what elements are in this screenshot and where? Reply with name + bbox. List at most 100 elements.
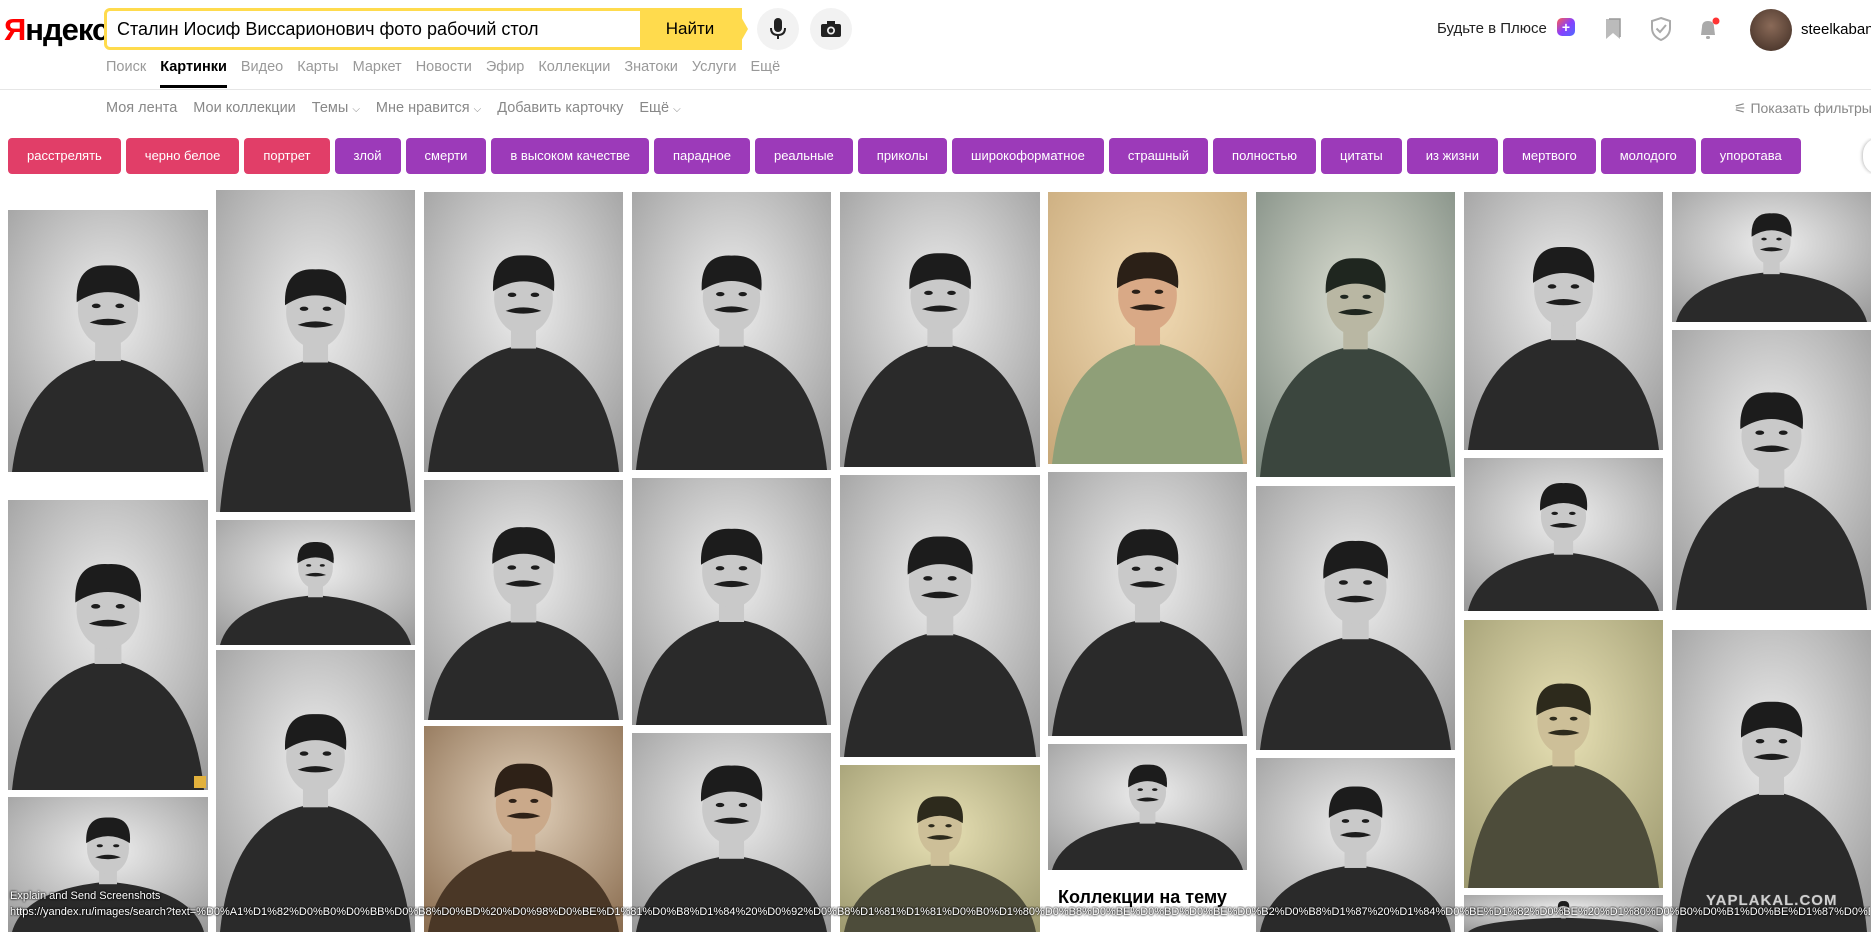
likes-dropdown[interactable]: Мне нравится ⌵: [376, 100, 481, 116]
chip[interactable]: реальные: [754, 138, 853, 174]
shield-icon[interactable]: [1648, 16, 1674, 42]
chip[interactable]: широкоформатное: [952, 138, 1104, 174]
image-thumbnail[interactable]: [424, 192, 623, 472]
logo-rest: ндекс: [25, 12, 109, 47]
show-filters-button[interactable]: ⚟ Показать фильтры: [1734, 100, 1871, 117]
username[interactable]: steelkaban: [1801, 21, 1871, 38]
image-thumbnail[interactable]: [1048, 472, 1247, 736]
chip[interactable]: черно белое: [125, 138, 240, 174]
portrait-photo: [8, 500, 208, 790]
portrait-photo: [216, 520, 415, 645]
image-thumbnail[interactable]: [424, 480, 623, 720]
tab-video[interactable]: Видео: [241, 59, 283, 88]
topics-dropdown[interactable]: Темы ⌵: [312, 100, 360, 116]
plus-promo[interactable]: Будьте в Плюсе: [1437, 20, 1547, 37]
tab-maps[interactable]: Карты: [297, 59, 338, 88]
tab-efir[interactable]: Эфир: [486, 59, 525, 88]
portrait-photo: [840, 475, 1040, 757]
image-thumbnail[interactable]: [8, 500, 208, 790]
bookmark-icon[interactable]: [1600, 16, 1626, 42]
chip[interactable]: расстрелять: [8, 138, 121, 174]
tab-search[interactable]: Поиск: [106, 59, 146, 88]
add-card-link[interactable]: Добавить карточку: [497, 100, 623, 116]
chip[interactable]: портрет: [244, 138, 330, 174]
search-input[interactable]: [107, 11, 607, 47]
chip[interactable]: страшный: [1108, 138, 1209, 174]
tab-images[interactable]: Картинки: [160, 59, 227, 88]
more-dropdown[interactable]: Ещё ⌵: [639, 100, 680, 116]
portrait-photo: [632, 478, 831, 725]
image-thumbnail[interactable]: [216, 650, 415, 932]
portrait-photo: [1464, 620, 1663, 888]
chip[interactable]: упоротава: [1700, 138, 1801, 174]
chip[interactable]: полностью: [1213, 138, 1316, 174]
image-thumbnail[interactable]: [632, 733, 831, 932]
camera-icon[interactable]: [810, 8, 852, 50]
image-thumbnail[interactable]: [632, 478, 831, 725]
chip[interactable]: в высоком качестве: [491, 138, 649, 174]
image-thumbnail[interactable]: [216, 520, 415, 645]
chip[interactable]: приколы: [857, 138, 948, 174]
subnav: Моя лента Мои коллекции Темы ⌵ Мне нрави…: [106, 100, 697, 116]
find-button-arrow: [736, 8, 748, 50]
header: Яндекс × Найти Будьте в Плюсе + steelkab…: [0, 0, 1871, 90]
image-thumbnail[interactable]: [1464, 192, 1663, 450]
chip[interactable]: злой: [334, 138, 401, 174]
image-thumbnail[interactable]: [1672, 630, 1871, 932]
image-thumbnail[interactable]: [1048, 744, 1247, 870]
microphone-icon[interactable]: [757, 8, 799, 50]
portrait-photo: [1256, 486, 1455, 750]
image-thumbnail[interactable]: [1464, 458, 1663, 611]
badge-icon: [194, 776, 206, 788]
tab-more[interactable]: Ещё: [750, 59, 780, 88]
yandex-logo[interactable]: Яндекс: [4, 12, 109, 48]
tab-znatoki[interactable]: Знатоки: [624, 59, 678, 88]
image-thumbnail[interactable]: [8, 210, 208, 472]
image-thumbnail[interactable]: [1672, 192, 1871, 322]
image-thumbnail[interactable]: [216, 190, 415, 512]
portrait-photo: [1464, 458, 1663, 611]
tab-market[interactable]: Маркет: [353, 59, 402, 88]
tab-news[interactable]: Новости: [416, 59, 472, 88]
image-thumbnail[interactable]: [1672, 330, 1871, 610]
image-thumbnail[interactable]: [1464, 620, 1663, 888]
find-button[interactable]: Найти: [640, 8, 740, 50]
bell-icon[interactable]: [1695, 16, 1721, 42]
image-thumbnail[interactable]: [840, 192, 1040, 467]
portrait-photo: [1464, 192, 1663, 450]
portrait-photo: [632, 733, 831, 932]
image-thumbnail[interactable]: [1048, 192, 1247, 464]
portrait-photo: [424, 480, 623, 720]
related-query-chips: расстрелять черно белое портрет злой смерти в…: [8, 138, 1871, 174]
chips-scroll-handle[interactable]: [1863, 138, 1871, 174]
portrait-photo: [1048, 192, 1247, 464]
portrait-photo: [216, 650, 415, 932]
chip[interactable]: молодого: [1600, 138, 1696, 174]
portrait-photo: [424, 726, 623, 932]
chevron-down-icon: ⌵: [352, 104, 360, 115]
chip[interactable]: мертвого: [1502, 138, 1596, 174]
image-thumbnail[interactable]: [1256, 486, 1455, 750]
my-collections-link[interactable]: Мои коллекции: [193, 100, 296, 116]
filters-icon: ⚟: [1734, 100, 1747, 116]
tab-services[interactable]: Услуги: [692, 59, 737, 88]
image-thumbnail[interactable]: [1256, 192, 1455, 477]
my-feed-link[interactable]: Моя лента: [106, 100, 177, 116]
chip[interactable]: парадное: [654, 138, 750, 174]
avatar[interactable]: [1750, 9, 1792, 51]
chip[interactable]: смерти: [405, 138, 487, 174]
image-results-grid: [0, 190, 1871, 932]
more-label: Ещё: [639, 100, 670, 116]
chip[interactable]: цитаты: [1321, 138, 1402, 174]
logo-first-letter: Я: [4, 12, 26, 47]
image-thumbnail[interactable]: [632, 192, 831, 470]
tab-collections[interactable]: Коллекции: [538, 59, 610, 88]
portrait-photo: [8, 210, 208, 472]
image-thumbnail[interactable]: [424, 726, 623, 932]
chip[interactable]: из жизни: [1406, 138, 1498, 174]
portrait-photo: [1672, 192, 1871, 322]
plus-icon[interactable]: +: [1557, 18, 1575, 36]
chevron-down-icon: ⌵: [673, 104, 681, 115]
image-thumbnail[interactable]: [840, 475, 1040, 757]
watermark: YAPLAKAL.COM: [1706, 892, 1838, 909]
